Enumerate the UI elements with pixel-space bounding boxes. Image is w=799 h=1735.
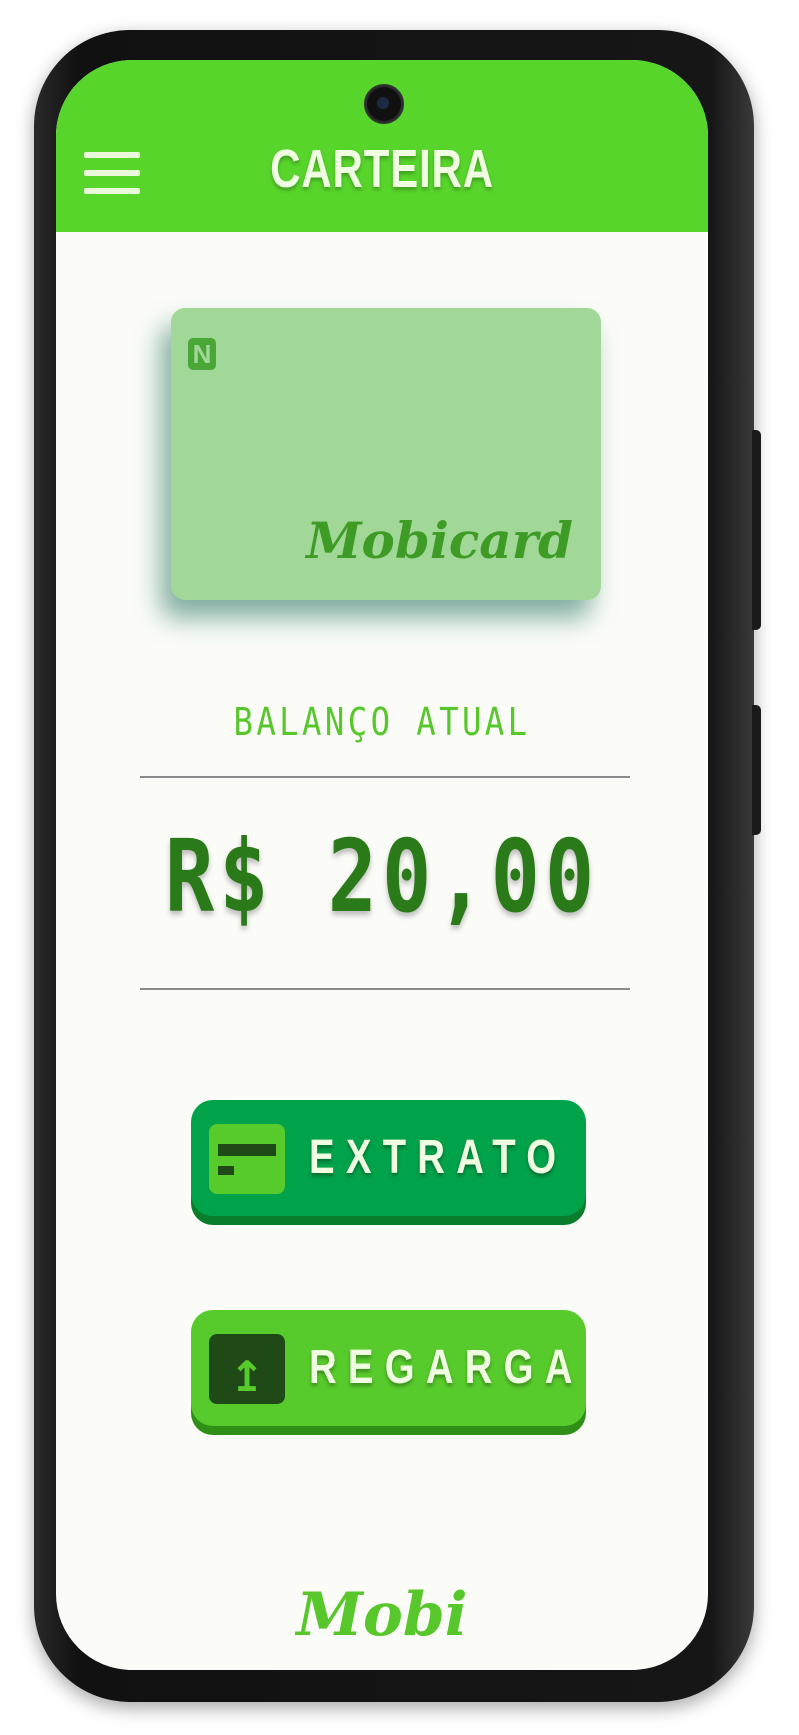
page-title: CARTEIRA (270, 139, 494, 199)
app-screen: CARTEIRA N Mobicard BALANÇO ATUAL R$ 20,… (56, 60, 708, 1670)
front-camera (364, 84, 404, 124)
phone-frame: CARTEIRA N Mobicard BALANÇO ATUAL R$ 20,… (34, 30, 761, 1702)
wallet-card[interactable]: N Mobicard (171, 308, 601, 600)
divider (140, 988, 630, 990)
card-brand-logo: Mobicard (306, 511, 573, 570)
balance-value: R$ 20,00 (164, 818, 600, 935)
power-button (752, 705, 761, 835)
credit-card-icon (209, 1124, 285, 1194)
nfc-icon: N (188, 338, 216, 370)
volume-button (752, 430, 761, 630)
app-header: CARTEIRA (56, 60, 708, 232)
footer-logo: Mobi (296, 1580, 468, 1650)
extrato-button-label: EXTRATO (309, 1131, 568, 1184)
regarga-button-label: REGARGA (309, 1341, 584, 1394)
regarga-button[interactable]: ↥ REGARGA (191, 1310, 586, 1426)
divider (140, 776, 630, 778)
extrato-button[interactable]: EXTRATO (191, 1100, 586, 1216)
balance-label: BALANÇO ATUAL (233, 700, 531, 744)
upload-icon: ↥ (209, 1334, 285, 1404)
